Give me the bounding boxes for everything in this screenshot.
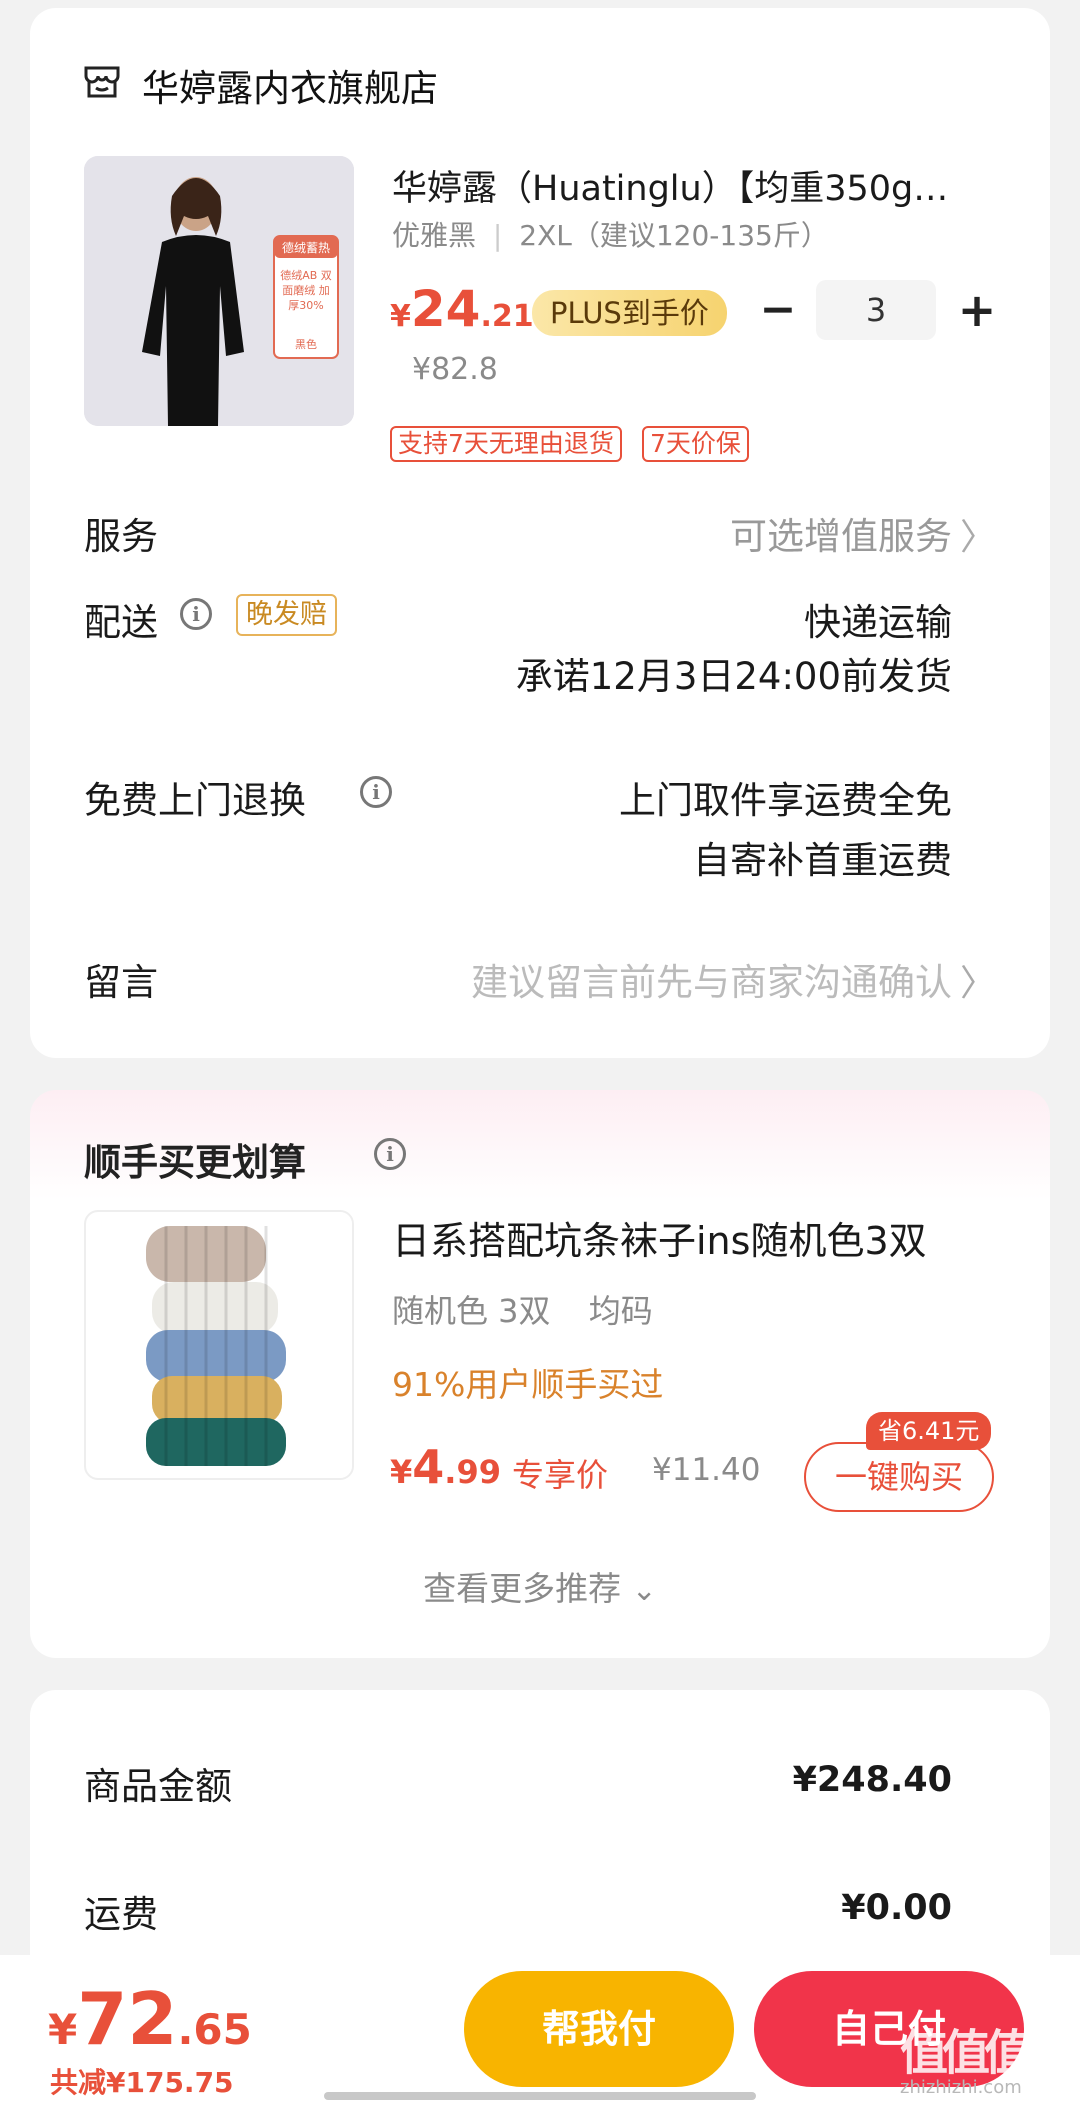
upsell-price: ¥4.99: [390, 1440, 501, 1494]
original-price: ¥82.8: [412, 352, 498, 387]
product-spec[interactable]: 优雅黑 | 2XL（建议120-135斤）: [392, 214, 829, 254]
total-int: 72: [77, 1977, 178, 2061]
order-card: 华婷露内衣旗舰店 德绒蓄热 德绒AB 双面磨绒 加厚30% 黑色 华婷露（Hua…: [30, 8, 1050, 1058]
quantity-input[interactable]: 3: [816, 280, 936, 340]
free-return-info-icon[interactable]: i: [360, 776, 392, 808]
exclusive-price-label: 专享价: [512, 1456, 609, 1494]
total-price: ¥72.65: [48, 1977, 252, 2061]
one-click-buy-button[interactable]: 一键购买: [804, 1442, 994, 1512]
product-image[interactable]: 德绒蓄热 德绒AB 双面磨绒 加厚30% 黑色: [84, 156, 354, 426]
see-more-recommendations[interactable]: 查看更多推荐 ⌄: [30, 1562, 1050, 1610]
image-badge-color: 黑色: [295, 338, 317, 351]
message-chevron-icon[interactable]: 〉: [960, 954, 996, 1006]
delivery-label: 配送: [84, 601, 158, 644]
upsell-spec-color: 随机色 3双: [392, 1292, 551, 1330]
plus-price-badge: PLUS到手价: [532, 290, 727, 336]
quantity-minus-button[interactable]: −: [758, 282, 798, 342]
upsell-original-price: ¥11.40: [652, 1452, 761, 1488]
image-badge-top: 德绒蓄热: [281, 241, 330, 255]
upsell-item-spec: 随机色 3双 均码: [392, 1286, 653, 1332]
tag-7day-return: 支持7天无理由退货: [390, 426, 622, 462]
quantity-plus-button[interactable]: +: [954, 282, 1000, 342]
return-line2: 自寄补首重运费: [693, 839, 952, 882]
upsell-info-icon[interactable]: i: [374, 1138, 406, 1170]
product-title[interactable]: 华婷露（Huatinglu）【均重350g…: [392, 160, 992, 211]
upsell-item-title[interactable]: 日系搭配坑条袜子ins随机色3双: [392, 1210, 927, 1265]
price-dec: .21: [480, 299, 534, 334]
price-symbol: ¥: [390, 299, 411, 334]
service-label: 服务: [84, 515, 158, 558]
upsell-card: 顺手买更划算 i 日系搭配坑条袜子ins随机色3双 随机色 3双 均码 91%用…: [30, 1090, 1050, 1658]
spec-divider: |: [492, 219, 503, 252]
chevron-down-icon: ⌄: [631, 1573, 657, 1608]
upsell-price-int: 4: [412, 1440, 445, 1494]
image-badge-body: 德绒AB 双面磨绒 加厚30%: [280, 269, 332, 312]
shipping-label: 运费: [84, 1893, 158, 1936]
product-price: ¥24.21: [390, 280, 534, 338]
upsell-price-dec: .99: [444, 1453, 501, 1491]
delivery-info-icon[interactable]: i: [180, 598, 212, 630]
buyers-note: 91%用户顺手买过: [392, 1365, 664, 1404]
save-amount-badge: 省6.41元: [866, 1412, 992, 1450]
free-return-label: 免费上门退换: [84, 779, 306, 822]
total-symbol: ¥: [48, 2005, 78, 2054]
bottom-bar: ¥72.65 共减¥175.75 帮我付 自己付 值值值 zhizhizhi.c…: [0, 1955, 1080, 2103]
service-chevron-icon[interactable]: 〉: [960, 508, 996, 560]
price-int: 24: [410, 280, 481, 338]
see-more-label: 查看更多推荐: [423, 1569, 622, 1608]
spec-color: 优雅黑: [392, 219, 477, 252]
upsell-spec-size: 均码: [588, 1292, 653, 1330]
return-line1: 上门取件享运费全免: [619, 779, 952, 822]
total-dec: .65: [177, 2005, 252, 2054]
message-input[interactable]: 建议留言前先与商家沟通确认: [471, 952, 952, 1006]
store-name[interactable]: 华婷露内衣旗舰店: [142, 58, 438, 112]
socks-image[interactable]: [84, 1210, 354, 1480]
message-label: 留言: [84, 961, 158, 1004]
watermark-logo: 值值值: [900, 2025, 1032, 2081]
tag-price-protect: 7天价保: [642, 426, 749, 462]
home-indicator[interactable]: [324, 2092, 756, 2100]
shipping-value: ¥0.00: [841, 1888, 952, 1928]
help-pay-button[interactable]: 帮我付: [464, 1971, 734, 2087]
service-value[interactable]: 可选增值服务: [730, 506, 952, 560]
upsell-price-symbol: ¥: [390, 1453, 413, 1491]
delivery-method[interactable]: 快递运输: [804, 592, 952, 646]
delivery-promise[interactable]: 承诺12月3日24:00前发货: [516, 646, 952, 700]
store-icon: [82, 62, 122, 102]
spec-size: 2XL（建议120-135斤）: [519, 219, 829, 252]
goods-amount-label: 商品金额: [84, 1765, 232, 1808]
total-discount: 共减¥175.75: [50, 2066, 234, 2099]
late-compensation-badge: 晚发赔: [236, 594, 337, 636]
goods-amount-value: ¥248.40: [792, 1760, 952, 1800]
watermark-text: zhizhizhi.com: [900, 2077, 1022, 2098]
upsell-header: 顺手买更划算: [84, 1141, 306, 1184]
